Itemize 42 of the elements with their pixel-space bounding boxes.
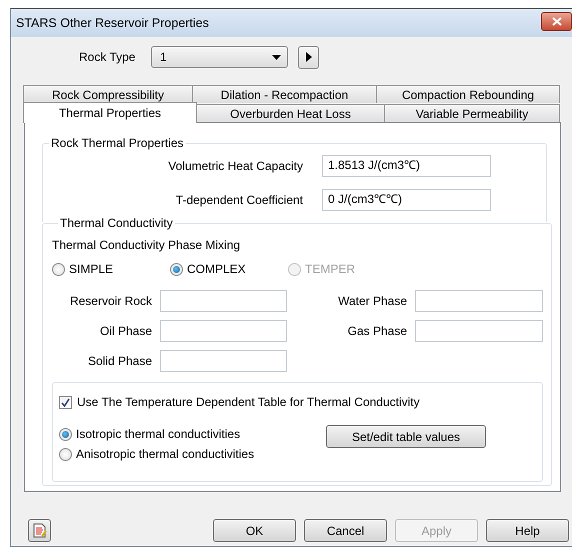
field-label: T-dependent Coefficient (174, 193, 304, 207)
group-title: Rock Thermal Properties (50, 136, 184, 150)
radio-option[interactable]: Isotropic thermal conductivities (59, 427, 326, 441)
tab[interactable]: Thermal Properties (23, 102, 197, 123)
tab[interactable]: Rock Compressibility (23, 85, 193, 103)
document-icon (32, 523, 46, 538)
input-field[interactable]: 1.8513 J/(cm3℃) (322, 155, 491, 177)
input-field[interactable] (160, 350, 287, 372)
checkbox-option[interactable]: Use The Temperature Dependent Table for Thermal Conductivity (59, 395, 420, 409)
tab[interactable]: Variable Permeability (384, 104, 560, 122)
dialog-button[interactable]: Help (486, 519, 569, 542)
section-label: Thermal Conductivity Phase Mixing (52, 238, 242, 252)
rock-type-dropdown[interactable]: 1 (151, 46, 288, 68)
document-button[interactable] (28, 519, 51, 542)
caret-icon (272, 54, 281, 60)
rock-type-label: Rock Type (79, 50, 136, 64)
group-title: Thermal Conductivity (59, 216, 174, 230)
next-button[interactable] (298, 46, 319, 68)
field-label: Oil Phase (98, 324, 152, 338)
input-field[interactable] (160, 320, 287, 342)
tab[interactable]: Compaction Rebounding (376, 85, 560, 103)
input-field[interactable] (415, 320, 543, 342)
radio-option[interactable]: COMPLEX (170, 262, 288, 276)
input-field[interactable]: 0 J/(cm3℃℃) (322, 189, 491, 211)
field-label: Volumetric Heat Capacity (167, 159, 304, 173)
close-icon (552, 16, 562, 26)
dialog-button[interactable]: Cancel (304, 519, 387, 542)
field-label: Gas Phase (346, 324, 407, 338)
tab[interactable]: Overburden Heat Loss (196, 104, 385, 122)
radio-option[interactable]: SIMPLE (52, 262, 170, 276)
field-label: Solid Phase (86, 354, 152, 368)
set-table-button[interactable]: Set/edit table values (326, 425, 486, 448)
close-button[interactable] (541, 12, 572, 30)
radio-option[interactable]: Anisotropic thermal conductivities (59, 447, 326, 461)
input-field[interactable] (160, 290, 287, 312)
window-title: STARS Other Reservoir Properties (16, 16, 209, 30)
field-label: Reservoir Rock (68, 294, 152, 308)
play-icon (306, 52, 312, 62)
field-label: Water Phase (337, 294, 407, 308)
input-field[interactable] (415, 290, 543, 312)
dialog-button[interactable]: OK (213, 519, 296, 542)
tab[interactable]: Dilation - Recompaction (192, 85, 377, 103)
